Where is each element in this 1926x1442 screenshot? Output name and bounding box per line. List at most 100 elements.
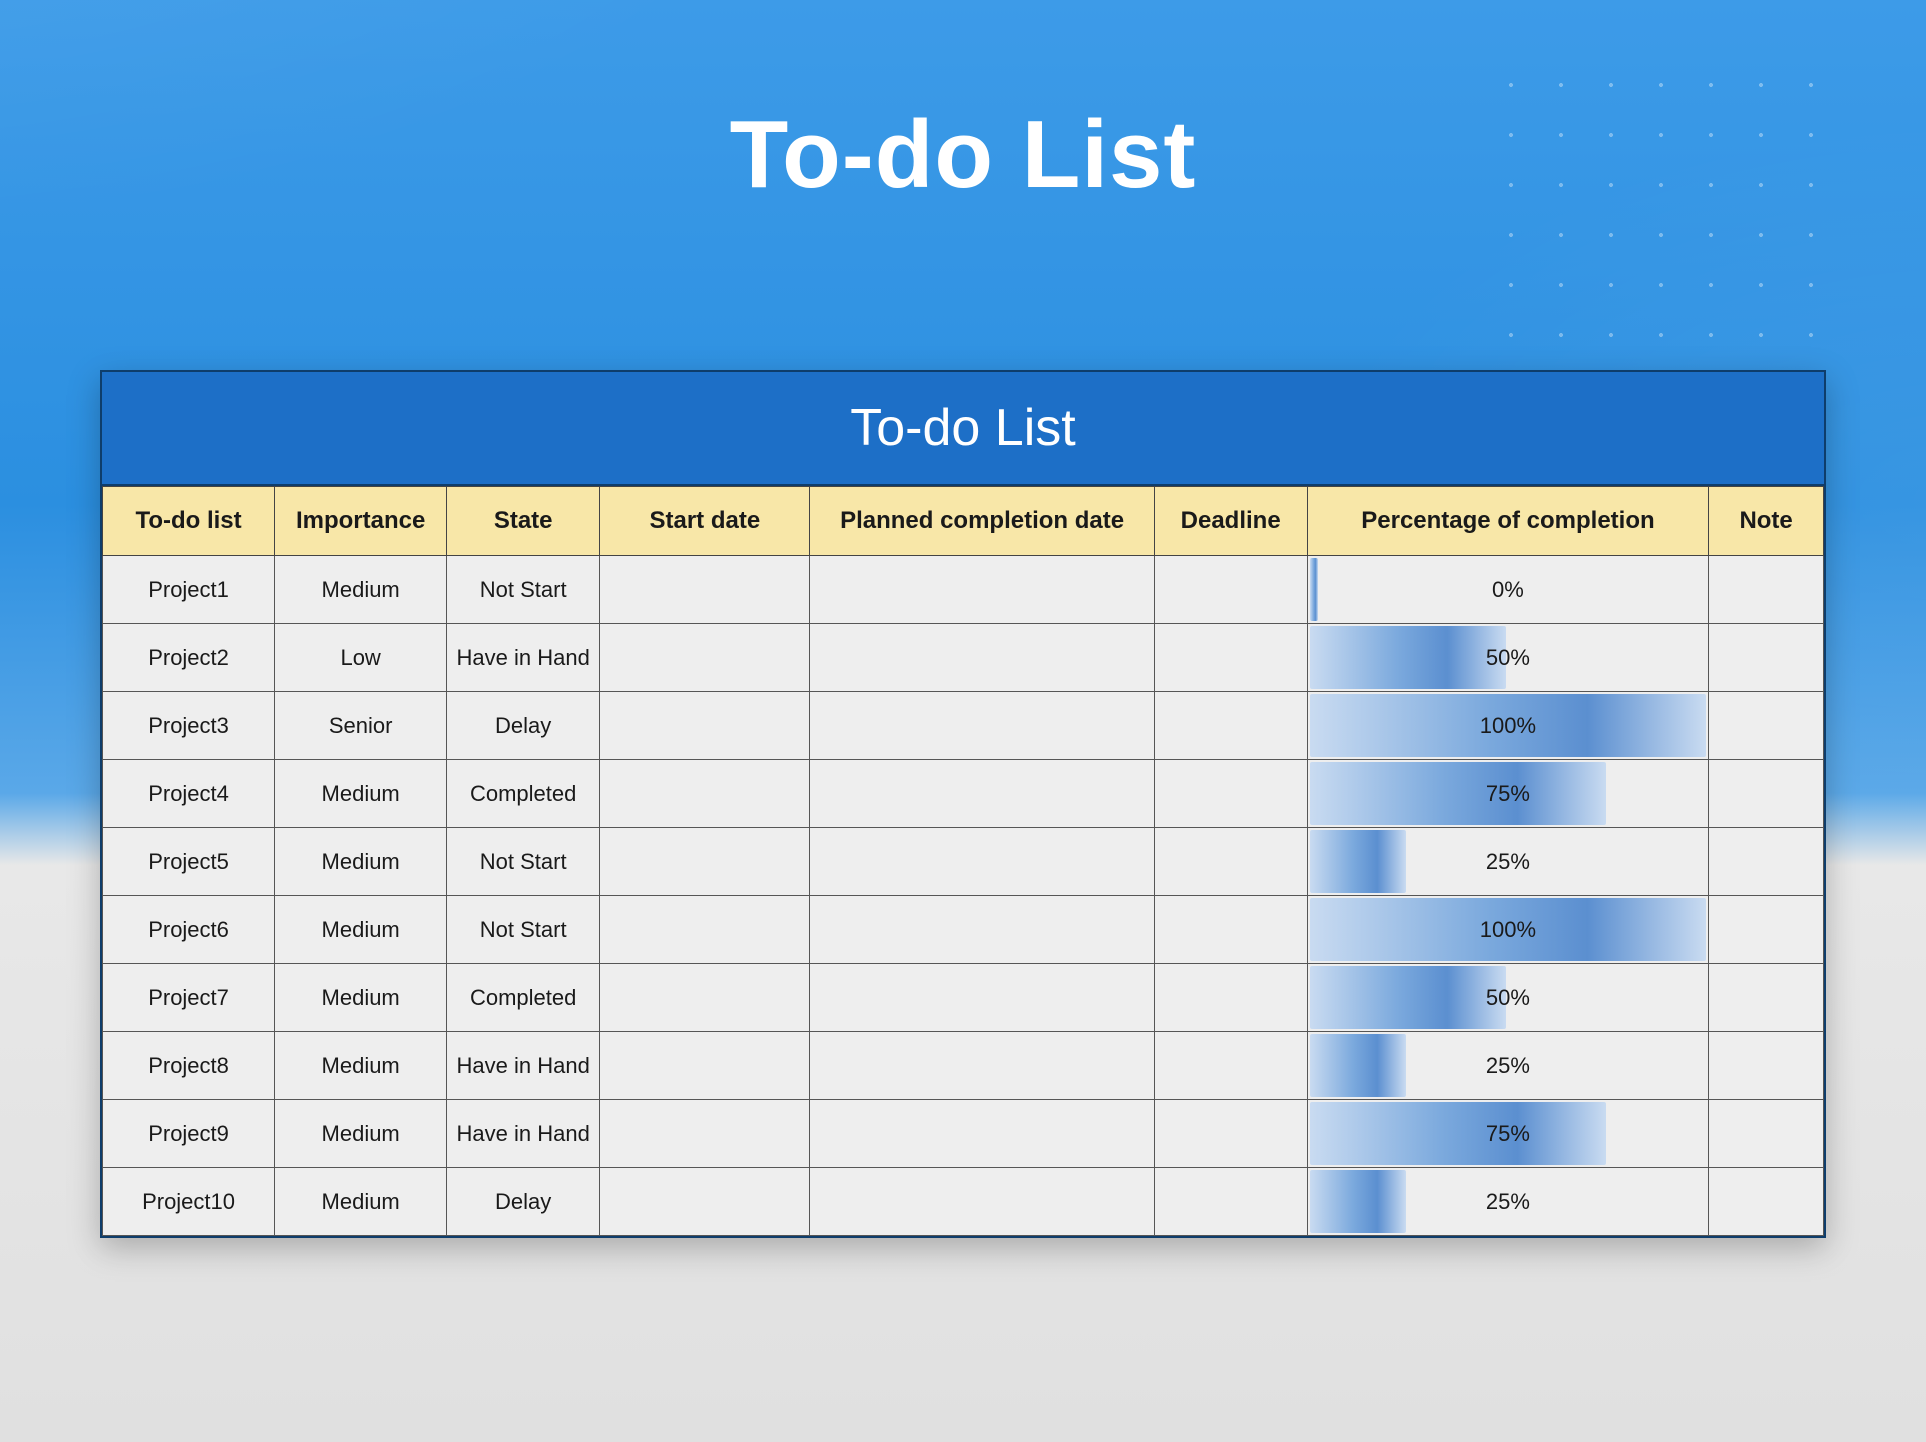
table-row: Project10MediumDelay 25% xyxy=(103,1168,1824,1236)
table-row: Project7MediumCompleted50% xyxy=(103,964,1824,1032)
cell-percentage: 0% xyxy=(1307,556,1709,624)
cell-deadline xyxy=(1154,556,1307,624)
cell-note xyxy=(1709,896,1824,964)
cell-start xyxy=(600,828,810,896)
cell-note xyxy=(1709,964,1824,1032)
table-body: Project1MediumNot Start0%Project2LowHave… xyxy=(103,556,1824,1236)
progress-label: 25% xyxy=(1308,1032,1709,1099)
table-row: Project3SeniorDelay100% xyxy=(103,692,1824,760)
table-row: Project8MediumHave in Hand25% xyxy=(103,1032,1824,1100)
cell-todo: Project6 xyxy=(103,896,275,964)
cell-start xyxy=(600,556,810,624)
page-title: To-do List xyxy=(0,100,1926,210)
progress-label: 25% xyxy=(1308,828,1709,895)
cell-deadline xyxy=(1154,1032,1307,1100)
cell-start xyxy=(600,624,810,692)
cell-percentage: 50% xyxy=(1307,624,1709,692)
cell-deadline xyxy=(1154,828,1307,896)
header-state: State xyxy=(447,487,600,556)
cell-start xyxy=(600,896,810,964)
header-importance: Importance xyxy=(275,487,447,556)
progress-label: 75% xyxy=(1308,760,1709,827)
cell-percentage: 75% xyxy=(1307,1100,1709,1168)
cell-planned xyxy=(810,1168,1154,1236)
header-todo: To-do list xyxy=(103,487,275,556)
table-row: Project9MediumHave in Hand 75% xyxy=(103,1100,1824,1168)
cell-start xyxy=(600,1032,810,1100)
cell-note xyxy=(1709,1100,1824,1168)
header-deadline: Deadline xyxy=(1154,487,1307,556)
cell-deadline xyxy=(1154,624,1307,692)
cell-note xyxy=(1709,1168,1824,1236)
cell-start xyxy=(600,1100,810,1168)
cell-todo: Project2 xyxy=(103,624,275,692)
cell-importance: Medium xyxy=(275,896,447,964)
cell-note xyxy=(1709,692,1824,760)
cell-importance: Low xyxy=(275,624,447,692)
progress-label: 100% xyxy=(1308,896,1709,963)
cell-state: Delay xyxy=(447,1168,600,1236)
cell-percentage: 50% xyxy=(1307,964,1709,1032)
cell-percentage: 25% xyxy=(1307,1168,1709,1236)
cell-planned xyxy=(810,692,1154,760)
cell-planned xyxy=(810,828,1154,896)
cell-todo: Project8 xyxy=(103,1032,275,1100)
cell-importance: Medium xyxy=(275,556,447,624)
cell-importance: Medium xyxy=(275,828,447,896)
cell-importance: Medium xyxy=(275,964,447,1032)
todo-table-container: To-do List To-do list Importance State S… xyxy=(100,370,1826,1238)
cell-state: Not Start xyxy=(447,896,600,964)
progress-label: 25% xyxy=(1308,1168,1709,1235)
cell-importance: Medium xyxy=(275,1168,447,1236)
cell-state: Completed xyxy=(447,760,600,828)
cell-start xyxy=(600,964,810,1032)
progress-label: 0% xyxy=(1308,556,1709,623)
cell-todo: Project7 xyxy=(103,964,275,1032)
cell-todo: Project1 xyxy=(103,556,275,624)
cell-todo: Project10 xyxy=(103,1168,275,1236)
cell-note xyxy=(1709,828,1824,896)
header-note: Note xyxy=(1709,487,1824,556)
cell-planned xyxy=(810,556,1154,624)
cell-start xyxy=(600,692,810,760)
cell-planned xyxy=(810,964,1154,1032)
cell-state: Have in Hand xyxy=(447,1100,600,1168)
header-percentage: Percentage of completion xyxy=(1307,487,1709,556)
table-row: Project4MediumCompleted75% xyxy=(103,760,1824,828)
todo-table: To-do list Importance State Start date P… xyxy=(102,486,1824,1236)
cell-planned xyxy=(810,624,1154,692)
cell-start xyxy=(600,760,810,828)
header-planned-completion: Planned completion date xyxy=(810,487,1154,556)
cell-state: Have in Hand xyxy=(447,1032,600,1100)
cell-state: Delay xyxy=(447,692,600,760)
cell-state: Have in Hand xyxy=(447,624,600,692)
cell-start xyxy=(600,1168,810,1236)
cell-todo: Project5 xyxy=(103,828,275,896)
cell-deadline xyxy=(1154,760,1307,828)
progress-label: 50% xyxy=(1308,624,1709,691)
cell-deadline xyxy=(1154,1100,1307,1168)
cell-todo: Project4 xyxy=(103,760,275,828)
cell-note xyxy=(1709,760,1824,828)
cell-percentage: 75% xyxy=(1307,760,1709,828)
progress-label: 50% xyxy=(1308,964,1709,1031)
cell-todo: Project9 xyxy=(103,1100,275,1168)
cell-importance: Senior xyxy=(275,692,447,760)
cell-note xyxy=(1709,556,1824,624)
cell-percentage: 100% xyxy=(1307,692,1709,760)
cell-planned xyxy=(810,760,1154,828)
cell-percentage: 25% xyxy=(1307,1032,1709,1100)
cell-importance: Medium xyxy=(275,1100,447,1168)
cell-state: Not Start xyxy=(447,828,600,896)
cell-note xyxy=(1709,624,1824,692)
table-row: Project2LowHave in Hand 50% xyxy=(103,624,1824,692)
cell-percentage: 25% xyxy=(1307,828,1709,896)
table-header-row: To-do list Importance State Start date P… xyxy=(103,487,1824,556)
cell-deadline xyxy=(1154,896,1307,964)
cell-planned xyxy=(810,1100,1154,1168)
cell-deadline xyxy=(1154,1168,1307,1236)
cell-note xyxy=(1709,1032,1824,1100)
cell-planned xyxy=(810,1032,1154,1100)
cell-planned xyxy=(810,896,1154,964)
cell-deadline xyxy=(1154,964,1307,1032)
